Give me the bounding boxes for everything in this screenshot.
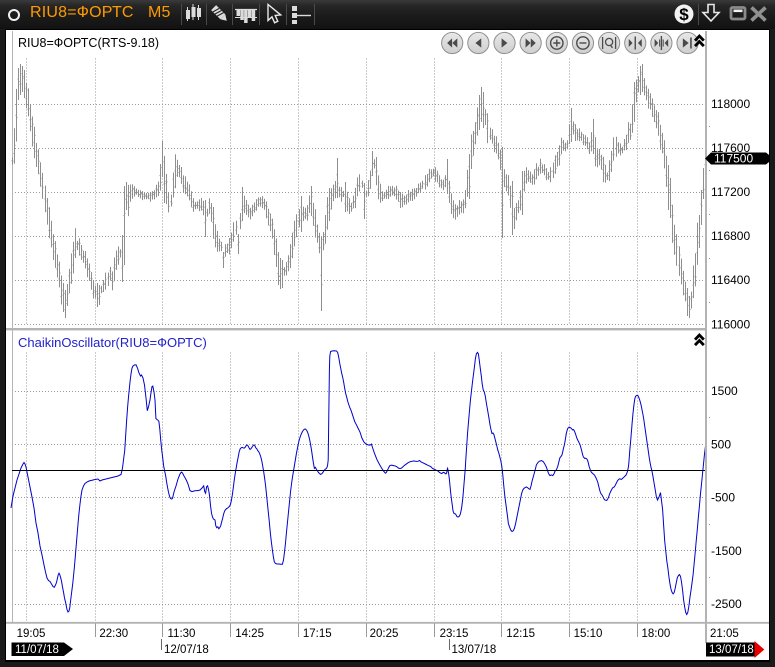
svg-text:12/07/18: 12/07/18 — [164, 644, 209, 656]
svg-text:ChaikinOscillator(RIU8=ФОРТС): ChaikinOscillator(RIU8=ФОРТС) — [18, 335, 207, 350]
svg-text:20:25: 20:25 — [370, 628, 399, 640]
svg-text:116000: 116000 — [711, 317, 750, 331]
svg-text:116800: 116800 — [711, 229, 750, 243]
svg-text:11:30: 11:30 — [168, 628, 196, 640]
svg-text:11/07/18: 11/07/18 — [15, 644, 59, 656]
svg-text:-1500: -1500 — [711, 544, 742, 558]
svg-text:12:15: 12:15 — [506, 628, 535, 640]
svg-text:117500: 117500 — [714, 152, 753, 166]
svg-text:117200: 117200 — [711, 185, 750, 199]
svg-text:116400: 116400 — [711, 273, 750, 287]
svg-text:118000: 118000 — [711, 97, 750, 111]
svg-text:22:30: 22:30 — [99, 628, 128, 640]
svg-text:$: $ — [679, 5, 689, 24]
svg-text:21:05: 21:05 — [710, 628, 739, 640]
svg-text:15:10: 15:10 — [574, 628, 603, 640]
svg-text:14:25: 14:25 — [235, 628, 264, 640]
svg-text:1500: 1500 — [711, 384, 738, 398]
svg-text:23:15: 23:15 — [440, 628, 469, 640]
svg-text:-500: -500 — [711, 491, 735, 505]
svg-text:18:00: 18:00 — [642, 628, 671, 640]
svg-text:RIU8=ФОРТС(RTS-9.18): RIU8=ФОРТС(RTS-9.18) — [18, 36, 159, 50]
svg-text:500: 500 — [711, 437, 731, 451]
svg-text:13/07/18: 13/07/18 — [709, 644, 754, 656]
svg-text:-2500: -2500 — [711, 597, 742, 611]
svg-text:13/07/18: 13/07/18 — [452, 644, 497, 656]
svg-text:19:05: 19:05 — [17, 628, 46, 640]
svg-text:17:15: 17:15 — [303, 628, 332, 640]
